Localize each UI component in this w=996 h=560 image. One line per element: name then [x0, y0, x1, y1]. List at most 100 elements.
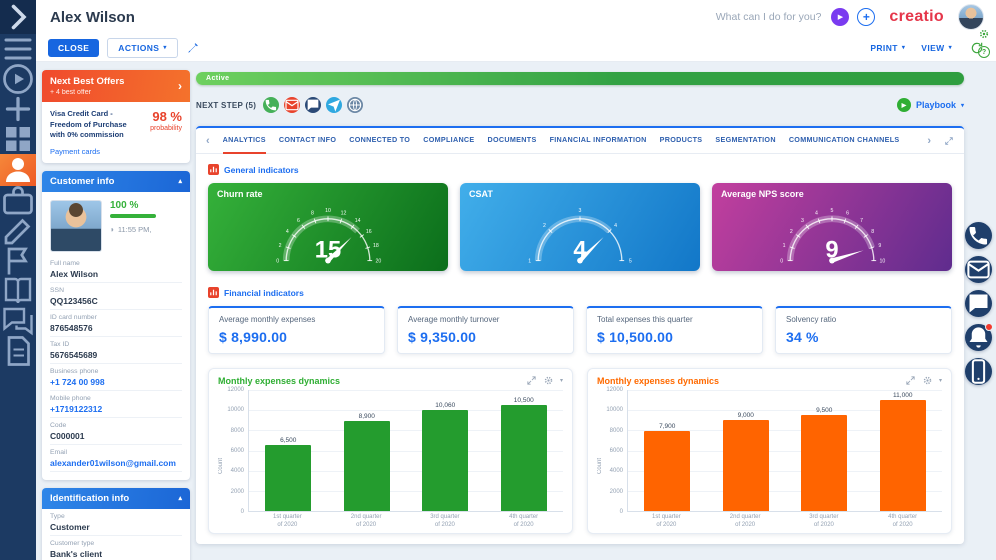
x-label-line2: of 2020	[277, 521, 298, 528]
channel-email-button[interactable]	[284, 97, 301, 113]
sidebar-item-workplaces[interactable]	[0, 124, 36, 154]
x-label-line2: of 2020	[356, 521, 377, 528]
help-icon[interactable]: ?	[978, 46, 990, 58]
bar-value-label: 6,500	[280, 437, 297, 445]
bar-slot: 10,500	[485, 390, 564, 511]
channel-telegram-button[interactable]	[326, 97, 343, 113]
sidebar-item-contacts[interactable]	[0, 154, 36, 186]
channel-messenger-button[interactable]	[305, 97, 322, 113]
field-value[interactable]: +1719122312	[50, 404, 182, 414]
gauge-title: Churn rate	[217, 189, 263, 199]
svg-text:14: 14	[355, 218, 361, 224]
collapse-icon[interactable]: ▴	[178, 177, 182, 185]
customer-info-header[interactable]: Customer info ▴	[42, 170, 190, 192]
rail-chat-button[interactable]	[965, 290, 992, 317]
metric-value: $ 8,990.00	[219, 329, 288, 345]
gear-icon[interactable]	[543, 375, 554, 386]
bar-slot: 8,900	[328, 390, 407, 511]
chevron-down-icon[interactable]: ▾	[560, 377, 563, 384]
tab-financial-information[interactable]: FINANCIAL INFORMATION	[550, 128, 647, 154]
tab-analytics[interactable]: ANALYTICS	[222, 128, 266, 154]
gauge-dial: 0 1 2 3 4 5 6 7 8 9 10 9	[780, 208, 885, 264]
svg-text:4: 4	[614, 223, 617, 229]
y-tick-label: 12000	[227, 387, 244, 393]
chevron-down-icon[interactable]: ▾	[939, 377, 942, 384]
field-value[interactable]: alexander01wilson@gmail.com	[50, 458, 182, 468]
sidebar-item-knowledge[interactable]	[0, 276, 36, 306]
metric-average-monthly-expenses: Average monthly expenses $ 8,990.00	[208, 306, 385, 354]
tabs-scroll-left-icon[interactable]: ‹	[206, 135, 210, 147]
sidebar-item-collapse[interactable]	[0, 0, 36, 34]
run-process-button[interactable]: ▶	[831, 8, 850, 26]
bar	[500, 405, 547, 511]
expand-icon[interactable]	[905, 375, 916, 386]
collapse-icon[interactable]: ▴	[178, 494, 182, 502]
view-button[interactable]: VIEW ▾	[917, 39, 956, 57]
x-label-line1: 3rd quarter	[809, 514, 839, 520]
gear-icon[interactable]	[922, 375, 933, 386]
offers-body: Visa Credit Card - Freedom of Purchase w…	[42, 102, 190, 163]
settings-gear-icon[interactable]	[978, 28, 990, 40]
metric-title: Average monthly expenses	[219, 315, 316, 324]
svg-text:16: 16	[366, 229, 372, 235]
bar-slot: 7,900	[628, 390, 707, 511]
rail-calls-button[interactable]	[965, 222, 992, 249]
bar-value-label: 10,060	[435, 401, 456, 409]
rail-email-button[interactable]	[965, 256, 992, 283]
main-content: Active NEXT STEP (5) ▶ Playbook ▾ ‹ ANAL…	[196, 62, 964, 560]
expand-icon[interactable]	[944, 136, 954, 146]
bar-value-label: 8,900	[358, 413, 375, 421]
tab-segmentation[interactable]: SEGMENTATION	[715, 128, 775, 154]
close-button[interactable]: CLOSE	[48, 38, 100, 57]
channel-web-button[interactable]	[347, 97, 364, 113]
payment-cards-link[interactable]: Payment cards	[50, 147, 130, 156]
sidebar-item-goals[interactable]	[0, 246, 36, 276]
sidebar-item-process[interactable]	[0, 64, 36, 94]
chart-header: Monthly expenses dynamics ▾	[597, 375, 942, 386]
app-sidebar	[0, 0, 36, 560]
field-label: Email	[50, 448, 67, 456]
user-avatar[interactable]	[958, 4, 984, 30]
sidebar-item-menu[interactable]	[0, 34, 36, 64]
y-axis: 0 2000 4000 6000 8000 10000 12000	[224, 387, 248, 527]
actions-button[interactable]: ACTIONS ▾	[107, 37, 178, 58]
svg-text:12: 12	[341, 211, 347, 217]
metric-total-expenses-this-quarter: Total expenses this quarter $ 10,500.00	[586, 306, 763, 354]
sidebar-item-chats[interactable]	[0, 306, 36, 336]
bar-value-label: 9,000	[737, 412, 754, 420]
x-label-line1: 2nd quarter	[350, 514, 382, 520]
creatio-logo: creatio	[889, 8, 944, 25]
tab-compliance[interactable]: COMPLIANCE	[423, 128, 474, 154]
tab-contact-info[interactable]: CONTACT INFO	[279, 128, 336, 154]
sidebar-item-documents[interactable]	[0, 336, 36, 366]
quick-add-button[interactable]: +	[857, 8, 876, 26]
expand-icon[interactable]	[526, 375, 537, 386]
tab-connected-to[interactable]: CONNECTED TO	[349, 128, 410, 154]
designer-icon[interactable]	[186, 41, 200, 55]
tab-documents[interactable]: DOCUMENTS	[488, 128, 537, 154]
print-button[interactable]: PRINT ▾	[866, 39, 909, 57]
y-tick-label: 4000	[230, 468, 244, 475]
tabs-row: ‹ ANALYTICS CONTACT INFO CONNECTED TO COMPL…	[196, 128, 964, 154]
sidebar-item-compose[interactable]	[0, 216, 36, 246]
identification-info-header[interactable]: Identification info ▴	[42, 487, 190, 509]
rail-mobile-button[interactable]	[965, 358, 992, 385]
tabs-scroll-right-icon[interactable]: ›	[927, 135, 931, 147]
global-search-input[interactable]	[673, 10, 824, 24]
field-label: Mobile phone	[50, 394, 91, 402]
svg-text:5: 5	[629, 259, 632, 265]
sidebar-item-add[interactable]	[0, 94, 36, 124]
tab-products[interactable]: PRODUCTS	[660, 128, 703, 154]
playbook-button[interactable]: ▶ Playbook ▾	[896, 98, 964, 112]
channel-whatsapp-button[interactable]	[263, 97, 280, 113]
tab-communication-channels[interactable]: COMMUNICATION CHANNELS	[789, 128, 900, 154]
rail-notifications-button[interactable]	[965, 323, 993, 351]
field-value[interactable]: +1 724 00 998	[50, 377, 182, 387]
y-tick-label: 4000	[609, 468, 623, 475]
chevron-right-icon[interactable]: ›	[178, 80, 182, 92]
mobile-icon	[965, 358, 992, 385]
sidebar-item-cases[interactable]	[0, 186, 36, 216]
stage-bar[interactable]: Active	[196, 72, 964, 85]
chevron-down-icon: ▾	[163, 45, 167, 51]
offers-header[interactable]: Next Best Offers + 4 best offer ›	[42, 70, 190, 102]
